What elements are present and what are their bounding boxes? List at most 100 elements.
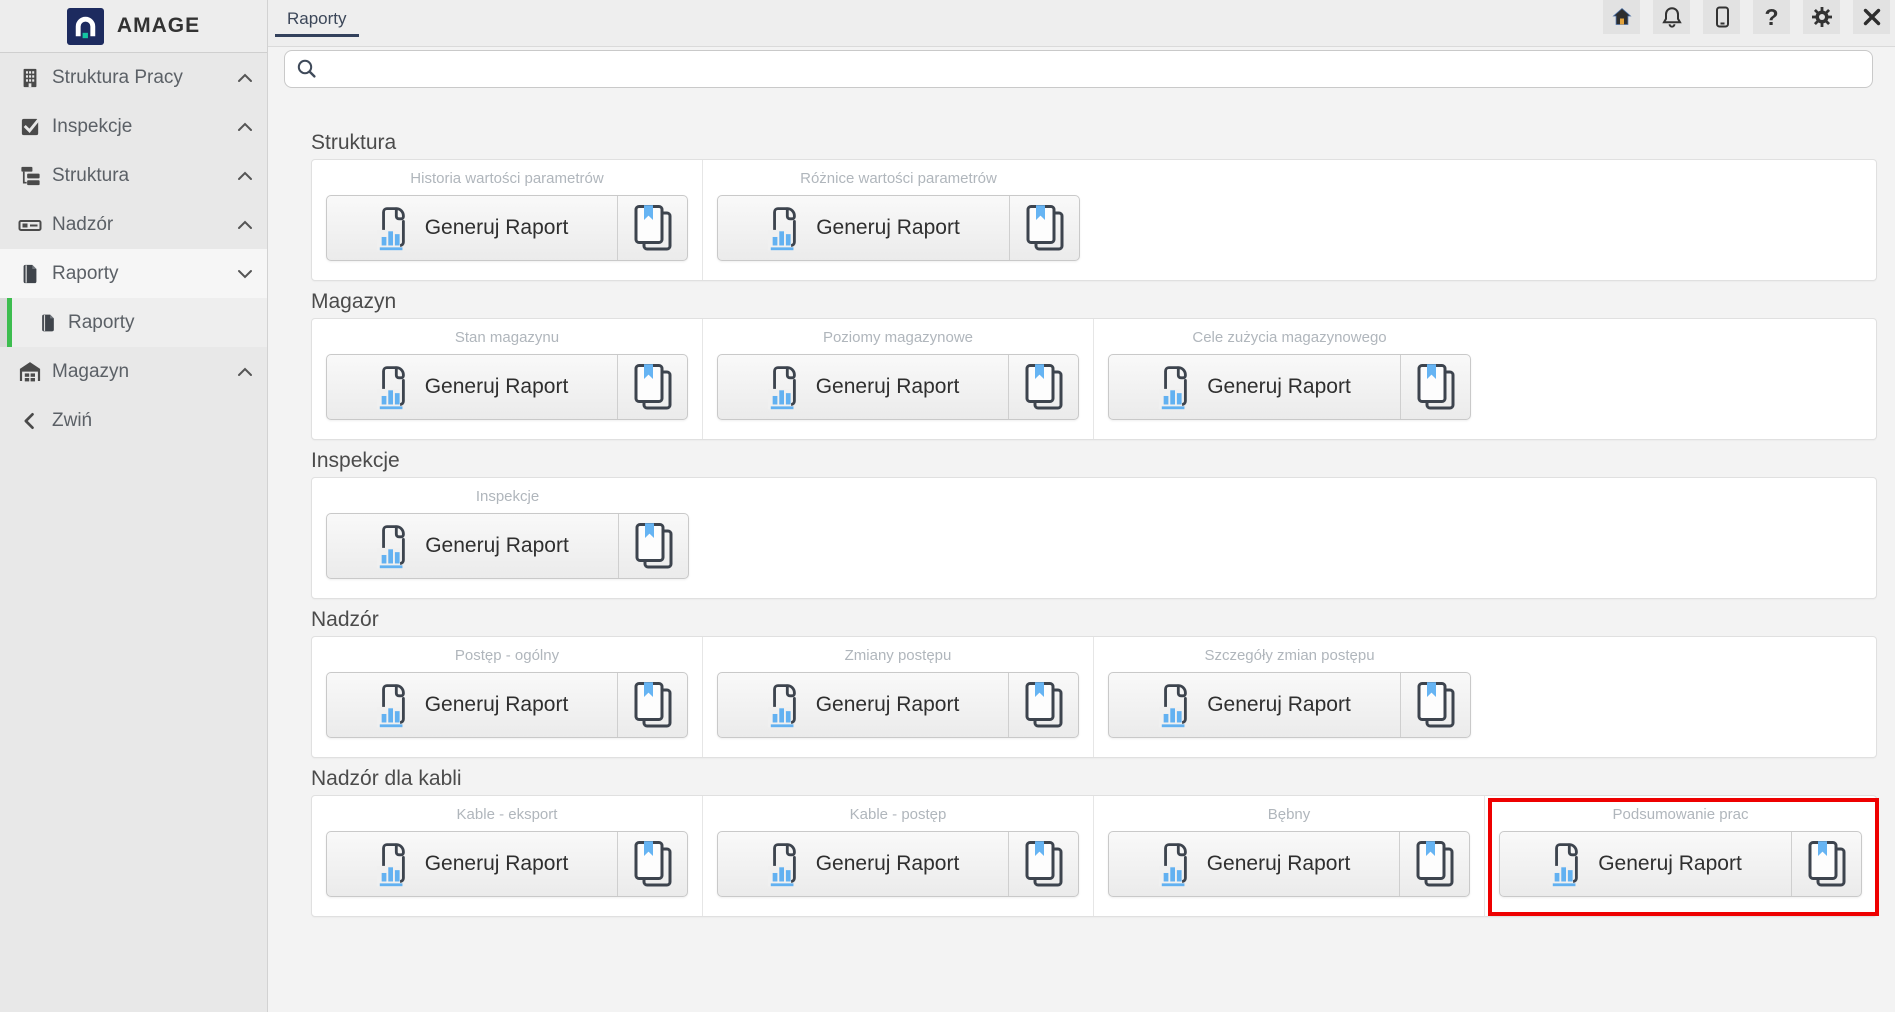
report-template-button[interactable] <box>1401 355 1470 419</box>
report-template-bookmark-icon <box>1023 680 1065 730</box>
generate-report-button[interactable]: Generuj Raport <box>327 196 618 260</box>
close-button[interactable] <box>1853 0 1890 34</box>
report-book-icon <box>17 263 43 285</box>
report-card-actions: Generuj Raport <box>717 831 1079 897</box>
chevron-up-icon <box>237 122 253 132</box>
building-icon <box>17 66 43 90</box>
report-template-button[interactable] <box>618 355 687 419</box>
generate-report-button[interactable]: Generuj Raport <box>718 355 1009 419</box>
report-card-actions: Generuj Raport <box>1108 354 1471 420</box>
report-chart-icon <box>376 841 410 887</box>
settings-button[interactable] <box>1803 0 1840 34</box>
report-template-button[interactable] <box>1009 832 1078 896</box>
report-template-button[interactable] <box>618 673 687 737</box>
mobile-device-button[interactable] <box>1703 0 1740 34</box>
sidebar-item-label: Nadzór <box>52 214 228 236</box>
chevron-up-icon <box>237 220 253 230</box>
report-template-bookmark-icon <box>1024 203 1066 253</box>
report-card-title: Szczegóły zmian postępu <box>1094 648 1485 664</box>
notifications-button[interactable] <box>1653 0 1690 34</box>
report-card-title: Zmiany postępu <box>703 648 1093 664</box>
generate-report-button[interactable]: Generuj Raport <box>718 832 1009 896</box>
sidebar: AMAGE Struktura Pracy Inspekcje Struktur… <box>0 0 268 1012</box>
report-chart-icon <box>1158 682 1192 728</box>
report-card-title: Postęp - ogólny <box>312 648 702 664</box>
generate-report-button[interactable]: Generuj Raport <box>718 196 1010 260</box>
generate-report-button[interactable]: Generuj Raport <box>327 673 618 737</box>
section-panel: Historia wartości parametrów Generuj Rap… <box>311 159 1877 281</box>
generate-report-button[interactable]: Generuj Raport <box>327 355 618 419</box>
sidebar-item-magazyn[interactable]: Magazyn <box>0 347 267 396</box>
sidebar-item-inspekcje[interactable]: Inspekcje <box>0 102 267 151</box>
report-template-bookmark-icon <box>1023 839 1065 889</box>
report-template-bookmark-icon <box>632 203 674 253</box>
sidebar-item-struktura-pracy[interactable]: Struktura Pracy <box>0 53 267 102</box>
sidebar-item-raporty[interactable]: Raporty <box>0 249 267 298</box>
help-button[interactable]: ? <box>1753 0 1790 34</box>
generate-report-label: Generuj Raport <box>425 852 569 876</box>
report-template-button[interactable] <box>1009 673 1078 737</box>
generate-report-button[interactable]: Generuj Raport <box>327 514 619 578</box>
section-nadzor-dla-kabli: Nadzór dla kabli Kable - eksport Generuj… <box>311 766 1877 917</box>
generate-report-button[interactable]: Generuj Raport <box>327 832 618 896</box>
content-area: Struktura Historia wartości parametrów G… <box>268 47 1895 1012</box>
report-card: Postęp - ogólny Generuj Raport <box>312 637 703 757</box>
generate-report-button[interactable]: Generuj Raport <box>718 673 1009 737</box>
report-template-button[interactable] <box>1010 196 1079 260</box>
report-card-title: Historia wartości parametrów <box>312 171 702 187</box>
report-card: Kable - eksport Generuj Raport <box>312 796 703 916</box>
generate-report-button[interactable]: Generuj Raport <box>1109 832 1400 896</box>
sidebar-item-label: Inspekcje <box>52 116 228 138</box>
supervision-badge-icon <box>17 213 43 237</box>
app-logo-bar: AMAGE <box>0 0 267 53</box>
report-template-button[interactable] <box>618 832 687 896</box>
report-template-button[interactable] <box>1792 832 1861 896</box>
generate-report-label: Generuj Raport <box>816 693 960 717</box>
report-chart-icon <box>1158 364 1192 410</box>
report-template-bookmark-icon <box>1806 839 1848 889</box>
report-card-title: Inspekcje <box>312 489 703 505</box>
report-card: Szczegóły zmian postępu Generuj Raport <box>1094 637 1485 757</box>
inspection-check-icon <box>17 115 43 138</box>
chevron-down-icon <box>237 269 253 279</box>
generate-report-label: Generuj Raport <box>425 216 569 240</box>
report-template-button[interactable] <box>1009 355 1078 419</box>
generate-report-button[interactable]: Generuj Raport <box>1500 832 1792 896</box>
sidebar-subitem-raporty[interactable]: Raporty <box>0 298 267 347</box>
report-card: Bębny Generuj Raport <box>1094 796 1485 916</box>
report-card-title: Kable - postęp <box>703 807 1093 823</box>
report-card-actions: Generuj Raport <box>326 195 688 261</box>
report-template-button[interactable] <box>1400 832 1469 896</box>
report-card-title: Bębny <box>1094 807 1484 823</box>
report-card-actions: Generuj Raport <box>1499 831 1862 897</box>
report-card-actions: Generuj Raport <box>717 195 1080 261</box>
report-chart-icon <box>767 205 801 251</box>
settings-gear-icon <box>1810 5 1834 29</box>
search-input[interactable] <box>326 58 1872 80</box>
sidebar-item-nadzor[interactable]: Nadzór <box>0 200 267 249</box>
sidebar-item-zwin-collapse[interactable]: Zwiń <box>0 396 267 445</box>
report-card: Różnice wartości parametrów Generuj Rapo… <box>703 160 1094 280</box>
report-template-bookmark-icon <box>1415 680 1457 730</box>
report-template-button[interactable] <box>1401 673 1470 737</box>
section-heading: Inspekcje <box>311 448 1877 474</box>
chevron-up-icon <box>237 367 253 377</box>
report-template-button[interactable] <box>619 514 688 578</box>
section-heading: Struktura <box>311 130 1877 156</box>
sidebar-item-struktura[interactable]: Struktura <box>0 151 267 200</box>
section-struktura: Struktura Historia wartości parametrów G… <box>311 130 1877 281</box>
section-panel: Kable - eksport Generuj Raport <box>311 795 1877 917</box>
generate-report-label: Generuj Raport <box>816 375 960 399</box>
notifications-bell-icon <box>1660 5 1684 29</box>
generate-report-button[interactable]: Generuj Raport <box>1109 673 1401 737</box>
report-template-button[interactable] <box>618 196 687 260</box>
report-chart-icon <box>1549 841 1583 887</box>
report-chart-icon <box>376 205 410 251</box>
home-button[interactable] <box>1603 0 1640 34</box>
generate-report-label: Generuj Raport <box>816 216 960 240</box>
collapse-chevron-icon <box>17 410 43 432</box>
generate-report-button[interactable]: Generuj Raport <box>1109 355 1401 419</box>
report-card: Inspekcje Generuj Raport <box>312 478 703 598</box>
tab-raporty[interactable]: Raporty <box>275 0 359 37</box>
generate-report-label: Generuj Raport <box>1207 375 1351 399</box>
